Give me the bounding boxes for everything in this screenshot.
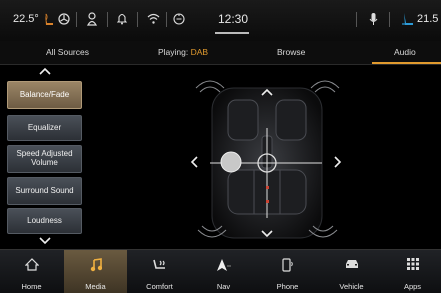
navigation-arrow-icon	[216, 259, 231, 271]
nav-apps[interactable]: Apps	[384, 250, 441, 293]
nav-phone[interactable]: Phone	[256, 250, 319, 293]
cabin-temperature: 21.5	[417, 13, 439, 25]
separator	[76, 12, 77, 27]
driver-profile-icon[interactable]	[87, 12, 97, 26]
balance-fade-panel	[195, 80, 340, 239]
tab-all-sources[interactable]: All Sources	[46, 47, 89, 57]
separator	[389, 12, 390, 27]
seat-heat-icon[interactable]	[43, 11, 54, 27]
car-icon	[345, 260, 358, 268]
clock: 12:30	[218, 12, 249, 26]
tab-browse[interactable]: Browse	[277, 47, 305, 57]
menu-scroll-up-icon[interactable]	[39, 67, 51, 75]
menu-item-balance-fade[interactable]: Balance/Fade	[7, 81, 82, 109]
menu-item-surround-sound[interactable]: Surround Sound	[7, 177, 82, 205]
menu-scroll-down-icon[interactable]	[39, 237, 51, 245]
outside-temperature: 22.5°	[13, 13, 39, 25]
nav-comfort-label: Comfort	[146, 282, 173, 291]
nav-nav-label: Nav	[216, 282, 231, 291]
apps-grid-icon	[406, 258, 419, 270]
phone-icon	[281, 258, 293, 272]
separator	[166, 12, 167, 27]
microphone-icon[interactable]	[369, 12, 378, 26]
climate-fan-icon[interactable]	[58, 13, 70, 25]
nav-vehicle[interactable]: Vehicle	[320, 250, 383, 293]
home-icon	[24, 258, 39, 271]
nav-home-label: Home	[21, 282, 42, 291]
balance-right-arrow-icon[interactable]	[334, 156, 342, 168]
connected-services-icon[interactable]	[173, 12, 185, 25]
tab-playing-label: Playing:	[158, 47, 191, 57]
wifi-icon[interactable]	[147, 13, 160, 24]
balance-fade-handle[interactable]	[220, 151, 242, 173]
separator	[107, 12, 108, 27]
menu-item-speed-adjusted-volume[interactable]: Speed Adjusted Volume	[7, 145, 82, 173]
music-note-icon	[90, 258, 102, 272]
nav-nav[interactable]: Nav	[192, 250, 255, 293]
nav-phone-label: Phone	[276, 282, 299, 291]
balance-left-arrow-icon[interactable]	[190, 156, 198, 168]
nav-media[interactable]: Media	[64, 250, 127, 293]
nav-media-label: Media	[85, 282, 106, 291]
tab-audio[interactable]: Audio	[394, 47, 416, 57]
active-tab-indicator	[372, 62, 441, 64]
nav-comfort[interactable]: Comfort	[128, 250, 191, 293]
passenger-seat-heat-icon[interactable]	[401, 11, 414, 27]
status-bar: 22.5° 12:30 21.5	[0, 0, 441, 41]
separator	[137, 12, 138, 27]
clock-underline	[215, 32, 249, 34]
menu-item-loudness[interactable]: Loudness	[7, 208, 82, 234]
seat-comfort-icon	[152, 259, 165, 269]
notification-bell-icon[interactable]	[117, 12, 127, 25]
tab-playing[interactable]: Playing: DAB	[158, 47, 208, 57]
nav-home[interactable]: Home	[0, 250, 63, 293]
nav-apps-label: Apps	[403, 282, 422, 291]
separator	[356, 12, 357, 27]
fade-rear-arrow-icon[interactable]	[261, 230, 273, 238]
now-playing-source: DAB	[190, 47, 209, 57]
bottom-nav: Home Media Comfort Nav Phone Vehicle App…	[0, 249, 441, 293]
fade-front-arrow-icon[interactable]	[261, 88, 273, 96]
nav-vehicle-label: Vehicle	[339, 282, 364, 291]
menu-item-equalizer[interactable]: Equalizer	[7, 115, 82, 141]
